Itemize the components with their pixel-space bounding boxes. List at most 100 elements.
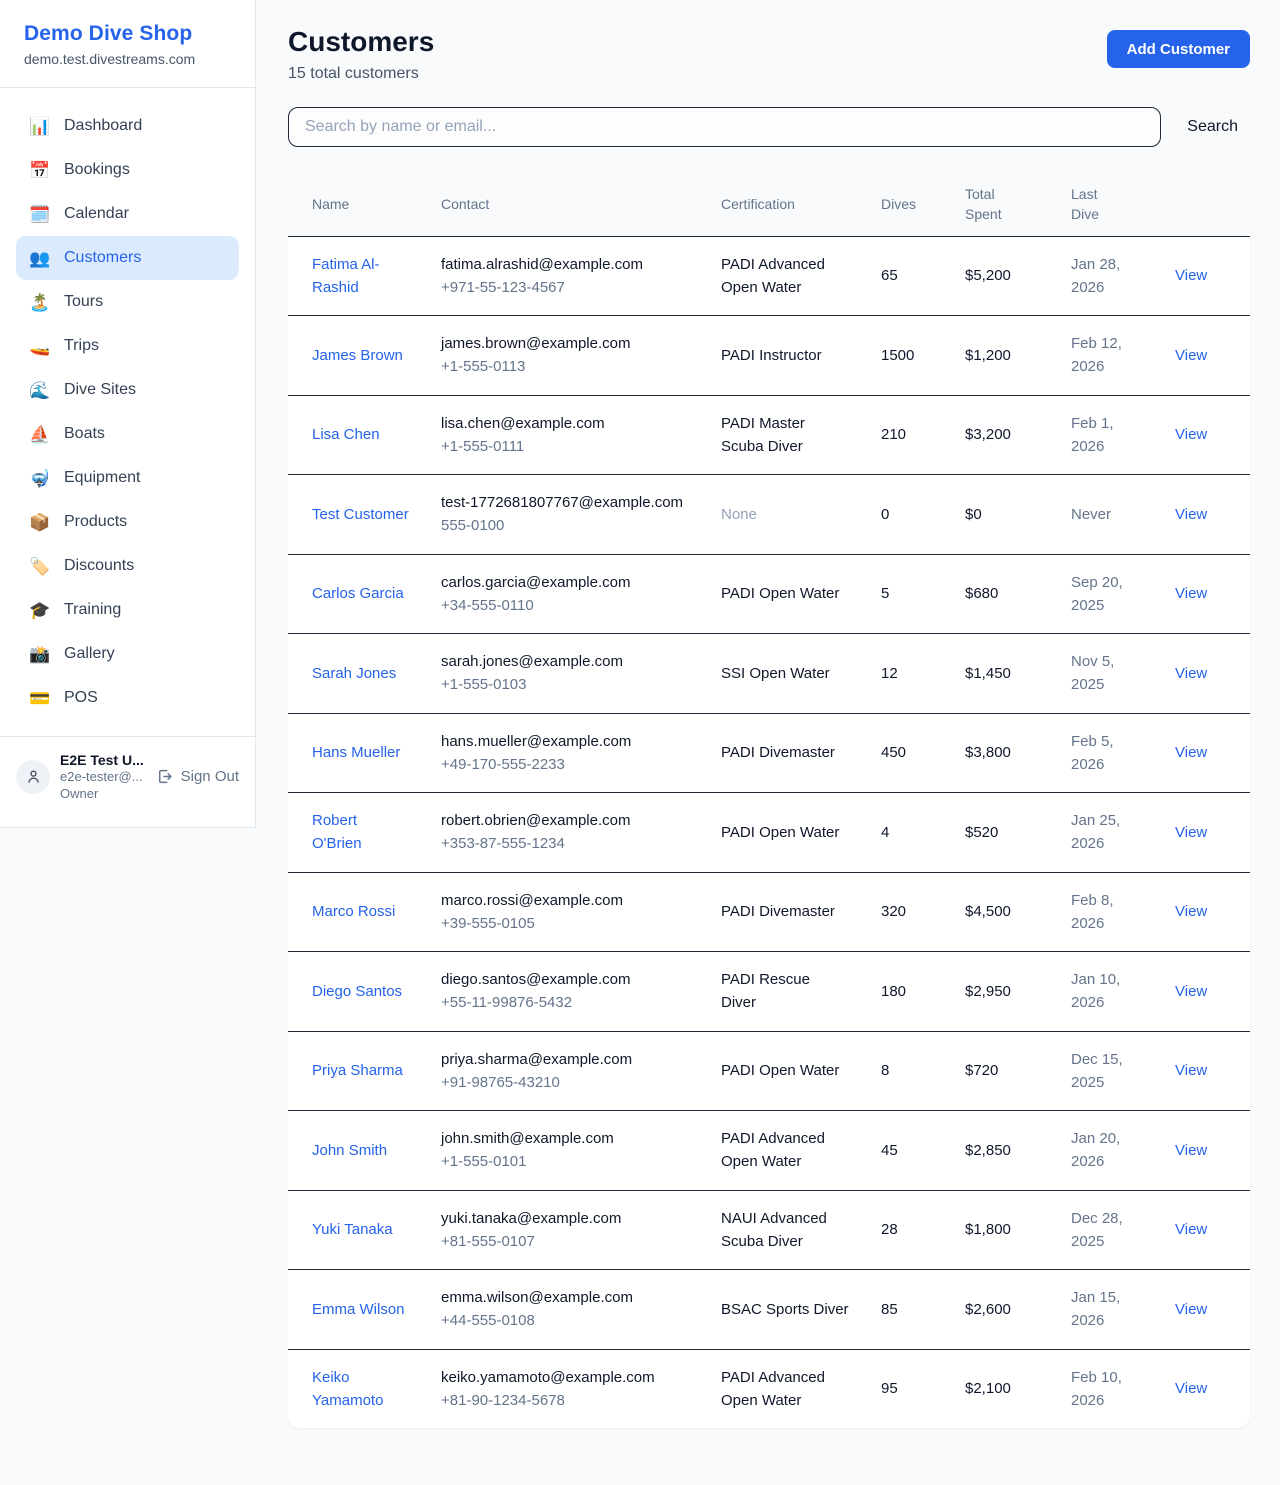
col-header-name: Name <box>288 173 425 236</box>
customer-name-link[interactable]: Emma Wilson <box>312 1301 405 1318</box>
sidebar-item-bookings[interactable]: 📅 Bookings <box>16 148 239 192</box>
customer-email: carlos.garcia@example.com <box>441 571 689 594</box>
view-customer-link[interactable]: View <box>1175 983 1207 1000</box>
customer-name-link[interactable]: Yuki Tanaka <box>312 1221 393 1238</box>
sidebar-item-pos[interactable]: 💳 POS <box>16 676 239 720</box>
customer-name-link[interactable]: Hans Mueller <box>312 744 400 761</box>
view-customer-link[interactable]: View <box>1175 426 1207 443</box>
sign-out-button[interactable]: Sign Out <box>156 768 239 785</box>
customer-phone: +39-555-0105 <box>441 912 689 935</box>
customer-name-link[interactable]: Robert O'Brien <box>312 812 362 852</box>
customer-last-dive: Nov 5, 2025 <box>1071 653 1114 693</box>
view-customer-link[interactable]: View <box>1175 267 1207 284</box>
person-icon <box>25 768 42 785</box>
customer-total-spent: $520 <box>965 824 998 841</box>
table-row: Sarah Jones sarah.jones@example.com +1-5… <box>288 634 1250 714</box>
customer-name-link[interactable]: James Brown <box>312 347 403 364</box>
sidebar-item-gallery[interactable]: 📸 Gallery <box>16 632 239 676</box>
customer-name-link[interactable]: Priya Sharma <box>312 1062 403 1079</box>
customer-total-spent: $0 <box>965 506 982 523</box>
sidebar-item-trips[interactable]: 🚤 Trips <box>16 324 239 368</box>
search-button[interactable]: Search <box>1187 118 1250 136</box>
customer-last-dive: Jan 10, 2026 <box>1071 971 1120 1011</box>
customer-email: james.brown@example.com <box>441 332 689 355</box>
table-row: Keiko Yamamoto keiko.yamamoto@example.co… <box>288 1349 1250 1428</box>
customer-total-spent: $1,800 <box>965 1221 1011 1238</box>
customer-name-link[interactable]: John Smith <box>312 1142 387 1159</box>
search-row: Search <box>288 107 1250 147</box>
sidebar-item-products[interactable]: 📦 Products <box>16 500 239 544</box>
sidebar-item-customers[interactable]: 👥 Customers <box>16 236 239 280</box>
customer-certification: PADI Instructor <box>721 347 822 364</box>
view-customer-link[interactable]: View <box>1175 1221 1207 1238</box>
customer-phone: +81-555-0107 <box>441 1230 689 1253</box>
sign-out-label: Sign Out <box>181 768 239 785</box>
tours-icon: 🏝️ <box>29 294 51 311</box>
view-customer-link[interactable]: View <box>1175 1380 1207 1397</box>
table-row: Diego Santos diego.santos@example.com +5… <box>288 952 1250 1032</box>
table-row: Yuki Tanaka yuki.tanaka@example.com +81-… <box>288 1190 1250 1270</box>
sidebar-item-dashboard[interactable]: 📊 Dashboard <box>16 104 239 148</box>
dashboard-icon: 📊 <box>29 118 51 135</box>
sidebar-item-discounts[interactable]: 🏷️ Discounts <box>16 544 239 588</box>
sidebar-item-boats[interactable]: ⛵ Boats <box>16 412 239 456</box>
customer-name-link[interactable]: Carlos Garcia <box>312 585 404 602</box>
sidebar-item-calendar[interactable]: 🗓️ Calendar <box>16 192 239 236</box>
customer-last-dive: Feb 8, 2026 <box>1071 892 1114 932</box>
table-row: Carlos Garcia carlos.garcia@example.com … <box>288 554 1250 634</box>
customer-name-link[interactable]: Fatima Al-Rashid <box>312 256 380 296</box>
page-header: Customers 15 total customers Add Custome… <box>288 26 1250 83</box>
add-customer-button[interactable]: Add Customer <box>1107 30 1250 68</box>
customer-dives: 5 <box>881 585 889 602</box>
view-customer-link[interactable]: View <box>1175 903 1207 920</box>
view-customer-link[interactable]: View <box>1175 347 1207 364</box>
customer-name-link[interactable]: Sarah Jones <box>312 665 396 682</box>
search-input[interactable] <box>288 107 1161 147</box>
customer-last-dive: Dec 15, 2025 <box>1071 1051 1123 1091</box>
sidebar-item-equipment[interactable]: 🤿 Equipment <box>16 456 239 500</box>
customer-name-link[interactable]: Marco Rossi <box>312 903 395 920</box>
customer-certification: PADI Divemaster <box>721 903 835 920</box>
customer-name-link[interactable]: Test Customer <box>312 506 409 523</box>
col-header-last-dive: Last Dive <box>1055 173 1159 236</box>
sidebar-nav: 📊 Dashboard 📅 Bookings 🗓️ Calendar 👥 Cus… <box>0 88 255 732</box>
view-customer-link[interactable]: View <box>1175 665 1207 682</box>
view-customer-link[interactable]: View <box>1175 824 1207 841</box>
products-icon: 📦 <box>29 514 51 531</box>
view-customer-link[interactable]: View <box>1175 506 1207 523</box>
customer-email: sarah.jones@example.com <box>441 650 689 673</box>
view-customer-link[interactable]: View <box>1175 744 1207 761</box>
customer-last-dive: Jan 15, 2026 <box>1071 1289 1120 1329</box>
customer-total-spent: $3,800 <box>965 744 1011 761</box>
customer-phone: +81-90-1234-5678 <box>441 1389 689 1412</box>
customer-last-dive: Feb 5, 2026 <box>1071 733 1114 773</box>
view-customer-link[interactable]: View <box>1175 1062 1207 1079</box>
col-header-total-spent: Total Spent <box>949 173 1055 236</box>
sign-out-icon <box>156 768 173 785</box>
sidebar-item-dive-sites[interactable]: 🌊 Dive Sites <box>16 368 239 412</box>
customer-name-link[interactable]: Keiko Yamamoto <box>312 1369 383 1409</box>
view-customer-link[interactable]: View <box>1175 585 1207 602</box>
table-row: Fatima Al-Rashid fatima.alrashid@example… <box>288 236 1250 316</box>
calendar-icon: 🗓️ <box>29 206 51 223</box>
customer-phone: +34-555-0110 <box>441 594 689 617</box>
customer-name-link[interactable]: Lisa Chen <box>312 426 380 443</box>
view-customer-link[interactable]: View <box>1175 1142 1207 1159</box>
customer-last-dive: Feb 1, 2026 <box>1071 415 1114 455</box>
boats-icon: ⛵ <box>29 426 51 443</box>
customer-dives: 8 <box>881 1062 889 1079</box>
bookings-icon: 📅 <box>29 162 51 179</box>
table-row: Hans Mueller hans.mueller@example.com +4… <box>288 713 1250 793</box>
customer-certification: PADI Advanced Open Water <box>721 256 825 296</box>
customer-last-dive: Sep 20, 2025 <box>1071 574 1123 614</box>
view-customer-link[interactable]: View <box>1175 1301 1207 1318</box>
customer-total-spent: $5,200 <box>965 267 1011 284</box>
sidebar-item-training[interactable]: 🎓 Training <box>16 588 239 632</box>
main-content: Customers 15 total customers Add Custome… <box>256 0 1280 1458</box>
customer-name-link[interactable]: Diego Santos <box>312 983 402 1000</box>
customer-phone: +1-555-0113 <box>441 355 689 378</box>
customer-last-dive: Jan 28, 2026 <box>1071 256 1120 296</box>
customer-certification: SSI Open Water <box>721 665 830 682</box>
table-body: Fatima Al-Rashid fatima.alrashid@example… <box>288 236 1250 1428</box>
sidebar-item-tours[interactable]: 🏝️ Tours <box>16 280 239 324</box>
